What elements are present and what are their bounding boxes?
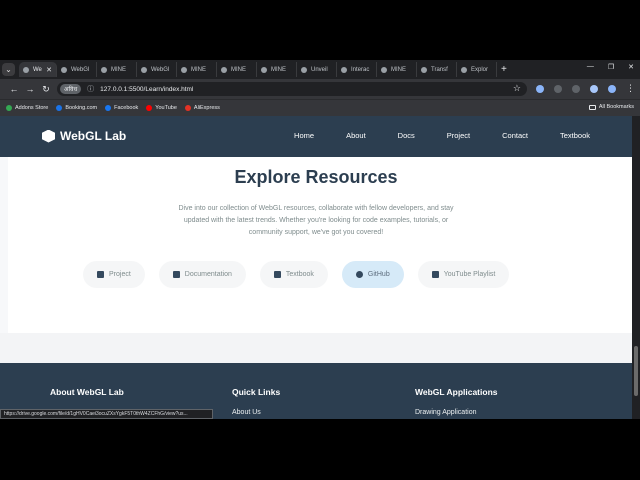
bookmark-addons-store[interactable]: Addons Store bbox=[6, 105, 48, 111]
toolbar: ← → ↻ अविध ⓘ 127.0.0.1:5500/Learn/index.… bbox=[0, 79, 640, 99]
github-icon bbox=[355, 271, 363, 278]
reload-icon[interactable]: ↻ bbox=[38, 84, 54, 95]
tab[interactable]: Interac bbox=[337, 62, 377, 77]
extensions: ⋮ bbox=[536, 83, 635, 94]
download-icon[interactable] bbox=[572, 84, 580, 93]
tab[interactable]: MINE bbox=[377, 62, 417, 77]
tab-favicon-icon bbox=[61, 66, 67, 73]
resource-buttons: Project Documentation Textbook GitHub Yo… bbox=[83, 261, 510, 288]
tab-favicon-icon bbox=[221, 66, 227, 73]
tab[interactable]: WebGl bbox=[57, 62, 97, 77]
bookmark-favicon-icon bbox=[146, 105, 153, 111]
youtube-playlist-button[interactable]: YouTube Playlist bbox=[417, 261, 510, 288]
profile-chip[interactable]: अविध bbox=[60, 84, 82, 94]
page-scrollbar[interactable] bbox=[632, 116, 640, 419]
bookmark-aliexpress[interactable]: AliExpress bbox=[184, 105, 220, 111]
tab-favicon-icon bbox=[101, 66, 107, 73]
tab-active[interactable]: We ✕ bbox=[19, 62, 57, 77]
github-button[interactable]: GitHub bbox=[341, 261, 404, 288]
site-navbar: WebGL Lab Home About Docs Project Contac… bbox=[0, 116, 632, 157]
all-bookmarks[interactable]: All Bookmarks bbox=[588, 104, 634, 110]
extensions-puzzle-icon[interactable] bbox=[554, 84, 562, 93]
nav-links: Home About Docs Project Contact Textbook bbox=[294, 131, 590, 140]
minimize-icon[interactable]: — bbox=[587, 63, 594, 71]
forward-icon[interactable]: → bbox=[22, 84, 38, 94]
site-info-icon[interactable]: ⓘ bbox=[87, 84, 94, 94]
textbook-button[interactable]: Textbook bbox=[259, 261, 328, 288]
tab-favicon-icon bbox=[381, 66, 387, 73]
tab[interactable]: MINE bbox=[97, 62, 137, 77]
nav-about[interactable]: About bbox=[346, 131, 366, 140]
address-bar[interactable]: अविध ⓘ 127.0.0.1:5500/Learn/index.html ☆ bbox=[57, 82, 527, 96]
bookmark-favicon-icon bbox=[56, 105, 63, 111]
bookmark-booking[interactable]: Booking.com bbox=[56, 105, 97, 111]
extension-icon[interactable] bbox=[536, 84, 544, 93]
documentation-button[interactable]: Documentation bbox=[158, 261, 246, 288]
tab-favicon-icon bbox=[421, 66, 427, 73]
browser-chrome: ⌄ We ✕ WebGl MINE WebGl MINE MINE MINE Un… bbox=[0, 60, 640, 116]
book-icon bbox=[273, 271, 281, 278]
nav-home[interactable]: Home bbox=[294, 131, 314, 140]
section-spacer bbox=[0, 333, 632, 363]
project-diagram-icon bbox=[97, 271, 104, 278]
bookmarks-bar: Addons Store Booking.com Facebook YouTub… bbox=[0, 99, 640, 116]
tab-favicon-icon bbox=[301, 66, 307, 73]
url-text[interactable]: 127.0.0.1:5500/Learn/index.html bbox=[100, 86, 193, 93]
window-controls: — ❐ ✕ bbox=[587, 63, 634, 71]
tab[interactable]: Transf bbox=[417, 62, 457, 77]
bookmark-favicon-icon bbox=[184, 105, 191, 111]
youtube-icon bbox=[431, 271, 439, 278]
nav-docs[interactable]: Docs bbox=[398, 131, 415, 140]
screen: ⌄ We ✕ WebGl MINE WebGl MINE MINE MINE Un… bbox=[0, 0, 640, 480]
tab-favicon-icon bbox=[341, 66, 347, 73]
tab-favicon-icon bbox=[141, 66, 147, 73]
section-heading: Explore Resources bbox=[234, 167, 398, 187]
bookmark-facebook[interactable]: Facebook bbox=[105, 105, 138, 111]
tab[interactable]: Explor bbox=[457, 62, 497, 77]
menu-kebab-icon[interactable]: ⋮ bbox=[626, 83, 635, 94]
site-logo[interactable]: WebGL Lab bbox=[42, 129, 126, 143]
profile-avatar-icon[interactable] bbox=[590, 84, 598, 93]
tab[interactable]: Unveil bbox=[297, 62, 337, 77]
tab-favicon-icon bbox=[181, 66, 187, 73]
footer-about-us-link[interactable]: About Us bbox=[232, 409, 280, 416]
tab-strip: ⌄ We ✕ WebGl MINE WebGl MINE MINE MINE Un… bbox=[0, 60, 640, 79]
tab[interactable]: MINE bbox=[257, 62, 297, 77]
tab-search-icon[interactable]: ⌄ bbox=[2, 63, 15, 76]
scrollbar-thumb[interactable] bbox=[634, 346, 638, 396]
footer-quick-links: Quick Links About Us bbox=[232, 387, 281, 416]
footer-drawing-app-link[interactable]: Drawing Application bbox=[415, 409, 498, 416]
tab-favicon-icon bbox=[261, 66, 267, 73]
tab-favicon-icon bbox=[23, 66, 29, 73]
document-icon bbox=[172, 271, 180, 278]
tab-close-icon[interactable]: ✕ bbox=[46, 66, 52, 74]
bookmark-youtube[interactable]: YouTube bbox=[146, 105, 177, 111]
cube-icon bbox=[42, 129, 55, 143]
close-window-icon[interactable]: ✕ bbox=[628, 63, 634, 71]
tab[interactable]: WebGl bbox=[137, 62, 177, 77]
footer-about: About WebGL Lab bbox=[50, 387, 124, 397]
tab-favicon-icon bbox=[461, 66, 467, 73]
back-icon[interactable]: ← bbox=[6, 84, 22, 94]
maximize-icon[interactable]: ❐ bbox=[608, 63, 614, 71]
resources-section: Explore Resources Dive into our collecti… bbox=[8, 157, 632, 333]
folder-icon bbox=[588, 104, 596, 110]
status-bar-url: https://drive.google.com/file/d/1gHV0Cae… bbox=[0, 409, 213, 419]
tab[interactable]: MINE bbox=[177, 62, 217, 77]
bookmark-favicon-icon bbox=[6, 105, 12, 111]
extension-icon[interactable] bbox=[608, 84, 616, 93]
nav-textbook[interactable]: Textbook bbox=[560, 131, 590, 140]
section-description: Dive into our collection of WebGL resour… bbox=[178, 205, 454, 236]
nav-project[interactable]: Project bbox=[447, 131, 470, 140]
bookmark-star-icon[interactable]: ☆ bbox=[513, 83, 521, 94]
tab[interactable]: MINE bbox=[217, 62, 257, 77]
new-tab-icon[interactable]: + bbox=[501, 64, 507, 75]
project-button[interactable]: Project bbox=[83, 261, 145, 288]
nav-contact[interactable]: Contact bbox=[502, 131, 528, 140]
page-viewport: WebGL Lab Home About Docs Project Contac… bbox=[0, 116, 632, 419]
bookmark-favicon-icon bbox=[105, 105, 112, 111]
footer-applications: WebGL Applications Drawing Application bbox=[415, 387, 498, 416]
